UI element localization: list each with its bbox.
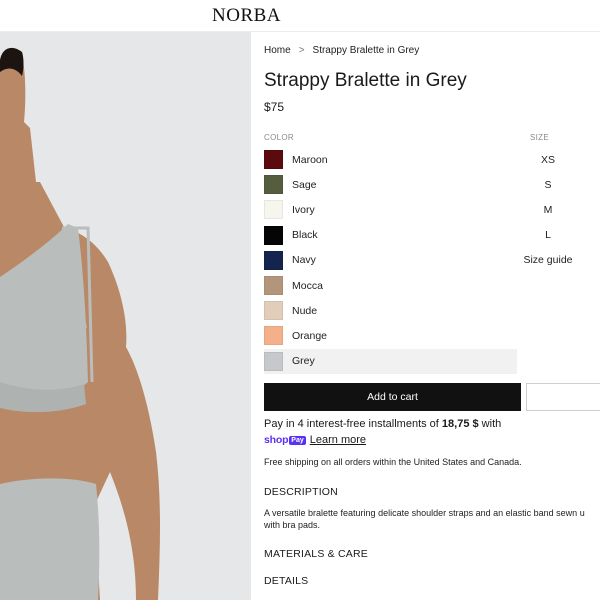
color-name: Mocca bbox=[292, 279, 323, 292]
brand-logo[interactable]: NORBA bbox=[212, 5, 281, 27]
color-option-orange[interactable]: Orange bbox=[264, 323, 517, 348]
size-guide-link[interactable]: Size guide bbox=[516, 248, 580, 273]
description-heading: DESCRIPTION bbox=[264, 486, 338, 498]
color-swatch bbox=[264, 150, 283, 170]
add-to-cart-button[interactable]: Add to cart bbox=[264, 383, 521, 411]
size-option-xs[interactable]: XS bbox=[516, 147, 580, 172]
installments-text: Pay in 4 interest-free installments of 1… bbox=[264, 418, 501, 430]
installments-amount: 18,75 $ bbox=[441, 418, 479, 430]
color-option-grey[interactable]: Grey bbox=[264, 348, 517, 374]
details-toggle[interactable]: DETAILS bbox=[264, 575, 308, 587]
color-option-maroon[interactable]: Maroon bbox=[264, 147, 517, 172]
color-label: COLOR bbox=[264, 133, 294, 142]
color-swatch bbox=[264, 351, 283, 371]
color-swatch bbox=[264, 175, 283, 195]
color-name: Sage bbox=[292, 178, 317, 191]
color-swatch bbox=[264, 276, 283, 296]
shop-pay-row: shop Pay Learn more bbox=[264, 434, 366, 446]
color-swatch bbox=[264, 250, 283, 270]
model-photo bbox=[0, 32, 251, 600]
color-option-navy[interactable]: Navy bbox=[264, 248, 517, 273]
learn-more-link[interactable]: Learn more bbox=[310, 434, 366, 446]
color-option-black[interactable]: Black bbox=[264, 223, 517, 248]
color-option-nude[interactable]: Nude bbox=[264, 298, 517, 323]
size-list: XS S M L Size guide bbox=[516, 147, 580, 273]
secondary-button[interactable] bbox=[526, 383, 600, 411]
size-option-l[interactable]: L bbox=[516, 223, 580, 248]
color-option-mocca[interactable]: Mocca bbox=[264, 273, 517, 298]
installments-suffix: with bbox=[478, 418, 502, 430]
size-option-m[interactable]: M bbox=[516, 197, 580, 222]
color-name: Orange bbox=[292, 329, 328, 342]
color-name: Maroon bbox=[292, 153, 328, 166]
breadcrumb-home[interactable]: Home bbox=[264, 45, 291, 56]
color-swatch bbox=[264, 301, 283, 321]
size-option-s[interactable]: S bbox=[516, 172, 580, 197]
color-name: Navy bbox=[292, 254, 316, 267]
color-name: Grey bbox=[292, 355, 315, 368]
product-price: $75 bbox=[264, 100, 285, 114]
color-list: Maroon Sage Ivory Black Navy Mocca Nude … bbox=[264, 147, 517, 374]
site-header: NORBA bbox=[0, 0, 600, 32]
breadcrumb: Home > Strappy Bralette in Grey bbox=[264, 45, 419, 56]
color-swatch bbox=[264, 326, 283, 346]
description-text: A versatile bralette featuring delicate … bbox=[264, 508, 600, 531]
shop-pay-badge: Pay bbox=[289, 435, 306, 445]
product-image[interactable] bbox=[0, 32, 251, 600]
breadcrumb-current[interactable]: Strappy Bralette in Grey bbox=[313, 45, 420, 56]
shipping-info: Free shipping on all orders within the U… bbox=[264, 457, 522, 467]
breadcrumb-separator: > bbox=[298, 45, 305, 56]
color-name: Nude bbox=[292, 304, 318, 317]
shop-pay-logo: shop bbox=[264, 434, 289, 446]
product-title: Strappy Bralette in Grey bbox=[264, 70, 467, 91]
color-swatch bbox=[264, 225, 283, 245]
size-label: SIZE bbox=[530, 133, 549, 142]
description-line: with bra pads. bbox=[264, 519, 321, 530]
color-name: Ivory bbox=[292, 203, 315, 216]
color-option-sage[interactable]: Sage bbox=[264, 172, 517, 197]
description-line: A versatile bralette featuring delicate … bbox=[264, 508, 585, 518]
materials-care-toggle[interactable]: MATERIALS & CARE bbox=[264, 548, 368, 560]
color-option-ivory[interactable]: Ivory bbox=[264, 197, 517, 222]
color-name: Black bbox=[292, 229, 318, 242]
color-swatch bbox=[264, 200, 283, 220]
installments-prefix: Pay in 4 interest-free installments of bbox=[264, 418, 442, 430]
leggings bbox=[0, 478, 100, 600]
